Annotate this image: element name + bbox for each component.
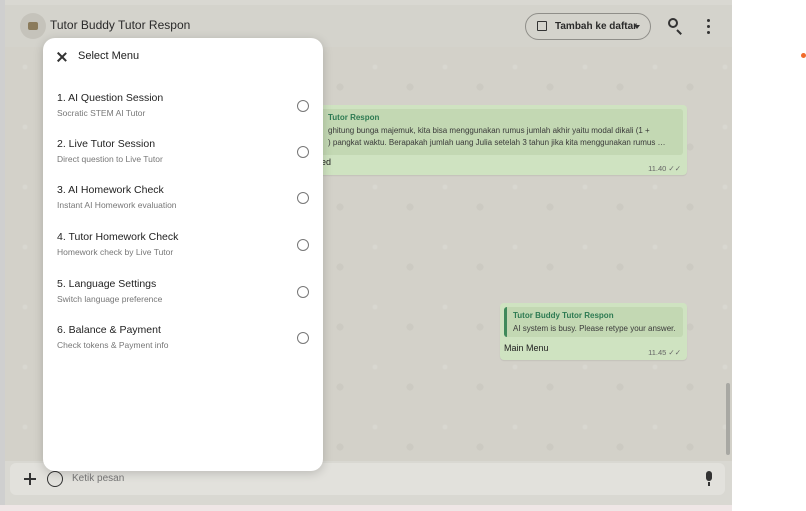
menu-option-ai-homework-check[interactable]: 3. AI Homework Check Instant AI Homework… [43, 182, 323, 226]
time-label: 11.40 [648, 164, 667, 173]
more-vertical-icon[interactable] [699, 16, 719, 36]
radio-button[interactable] [297, 239, 309, 251]
taskbar-strip [0, 505, 732, 511]
quoted-sender: Tutor Respon [328, 113, 380, 122]
option-label: 6. Balance & Payment [57, 324, 161, 336]
option-sublabel: Homework check by Live Tutor [57, 247, 174, 257]
radio-button[interactable] [297, 286, 309, 298]
quoted-text: ghitung bunga majemuk, kita bisa menggun… [328, 125, 666, 149]
radio-button[interactable] [297, 192, 309, 204]
quoted-text-line: ) pangkat waktu. Berapakah jumlah uang J… [328, 138, 666, 147]
read-ticks-icon: ✓✓ [668, 348, 681, 357]
option-label: 4. Tutor Homework Check [57, 231, 179, 243]
add-to-list-button[interactable]: Tambah ke daftar [525, 13, 651, 40]
chat-title[interactable]: Tutor Buddy Tutor Respon [50, 18, 190, 32]
sticker-icon[interactable] [47, 471, 63, 487]
read-ticks-icon: ✓✓ [668, 164, 681, 173]
chat-app-window: Tutor Buddy Tutor Respon Tambah ke dafta… [0, 0, 732, 505]
add-list-icon [537, 21, 547, 31]
message-bubble[interactable]: Tutor Buddy Tutor Respon AI system is bu… [500, 303, 687, 360]
radio-button[interactable] [297, 146, 309, 158]
menu-option-balance-payment[interactable]: 6. Balance & Payment Check tokens & Paym… [43, 322, 323, 366]
plus-icon[interactable] [23, 472, 37, 486]
microphone-icon[interactable] [703, 471, 715, 487]
option-sublabel: Socratic STEM AI Tutor [57, 108, 146, 118]
chevron-down-icon [634, 25, 640, 29]
message-time: 11.40 ✓✓ [648, 164, 681, 173]
avatar-image [28, 22, 38, 30]
option-label: 2. Live Tutor Session [57, 138, 156, 150]
radio-button[interactable] [297, 100, 309, 112]
menu-option-language-settings[interactable]: 5. Language Settings Switch language pre… [43, 276, 323, 320]
option-sublabel: Instant AI Homework evaluation [57, 200, 177, 210]
quoted-text-line: ghitung bunga majemuk, kita bisa menggun… [328, 126, 650, 135]
message-text: Main Menu [504, 343, 549, 353]
chat-scrollbar[interactable] [726, 383, 730, 455]
quoted-sender: Tutor Buddy Tutor Respon [513, 311, 614, 320]
radio-button[interactable] [297, 332, 309, 344]
option-sublabel: Check tokens & Payment info [57, 340, 169, 350]
message-bubble[interactable]: Tutor Respon ghitung bunga majemuk, kita… [315, 105, 687, 175]
add-to-list-label: Tambah ke daftar [555, 21, 638, 32]
notification-dot [801, 53, 806, 58]
select-menu-dialog: Select Menu 1. AI Question Session Socra… [43, 38, 323, 471]
quoted-message[interactable]: Tutor Buddy Tutor Respon AI system is bu… [504, 307, 683, 337]
option-label: 1. AI Question Session [57, 92, 164, 104]
menu-option-live-tutor-session[interactable]: 2. Live Tutor Session Direct question to… [43, 136, 323, 180]
option-sublabel: Direct question to Live Tutor [57, 154, 163, 164]
dialog-title: Select Menu [78, 50, 140, 62]
quoted-message[interactable]: Tutor Respon ghitung bunga majemuk, kita… [319, 109, 683, 155]
search-icon[interactable] [666, 16, 686, 36]
option-label: 3. AI Homework Check [57, 184, 164, 196]
close-icon[interactable] [55, 50, 68, 63]
message-time: 11.45 ✓✓ [648, 348, 681, 357]
option-sublabel: Switch language preference [57, 294, 163, 304]
menu-option-tutor-homework-check[interactable]: 4. Tutor Homework Check Homework check b… [43, 229, 323, 273]
contact-avatar[interactable] [20, 13, 46, 39]
time-label: 11.45 [648, 348, 667, 357]
message-input[interactable] [70, 472, 634, 485]
option-label: 5. Language Settings [57, 278, 157, 290]
menu-option-ai-question-session[interactable]: 1. AI Question Session Socratic STEM AI … [43, 90, 323, 134]
quoted-text: AI system is busy. Please retype your an… [513, 324, 676, 333]
